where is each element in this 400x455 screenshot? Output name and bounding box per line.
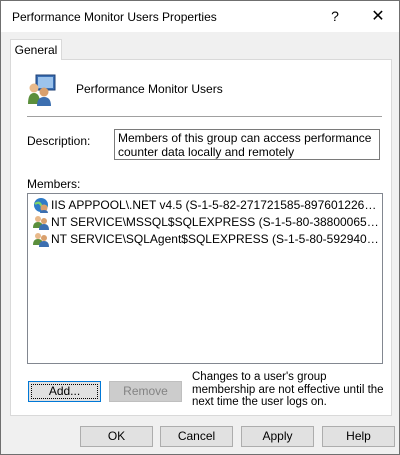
description-label: Description:: [27, 134, 91, 148]
tab-general[interactable]: General: [10, 39, 62, 60]
list-item[interactable]: NT SERVICE\MSSQL$SQLEXPRESS (S-1-5-80-38…: [31, 213, 379, 231]
member-name: NT SERVICE\MSSQL$SQLEXPRESS (S-1-5-80-38…: [51, 215, 379, 229]
list-item[interactable]: IIS APPPOOL\.NET v4.5 (S-1-5-82-27172158…: [31, 196, 379, 214]
title-bar: Performance Monitor Users Properties ? ✕: [1, 1, 399, 32]
member-name: NT SERVICE\SQLAgent$SQLEXPRESS (S-1-5-80…: [51, 232, 379, 246]
list-item[interactable]: NT SERVICE\SQLAgent$SQLEXPRESS (S-1-5-80…: [31, 230, 379, 248]
ok-button[interactable]: OK: [80, 426, 153, 447]
members-label: Members:: [27, 177, 81, 191]
close-icon[interactable]: ✕: [357, 1, 399, 32]
separator: [27, 116, 382, 117]
help-icon[interactable]: ?: [315, 1, 355, 32]
membership-note: Changes to a user's group membership are…: [192, 371, 384, 408]
window-title: Performance Monitor Users Properties: [12, 10, 217, 24]
help-button[interactable]: Help: [322, 426, 395, 447]
users-icon: [33, 233, 49, 247]
apply-button[interactable]: Apply: [241, 426, 314, 447]
cancel-button[interactable]: Cancel: [160, 426, 233, 447]
focus-rectangle: [31, 384, 98, 399]
members-list[interactable]: IIS APPPOOL\.NET v4.5 (S-1-5-82-27172158…: [27, 193, 383, 364]
group-name: Performance Monitor Users: [76, 82, 223, 96]
properties-dialog: Performance Monitor Users Properties ? ✕…: [0, 0, 400, 455]
remove-member-button[interactable]: Remove: [109, 381, 182, 402]
description-field[interactable]: Members of this group can access perform…: [114, 129, 380, 160]
add-member-button[interactable]: Add...: [28, 381, 101, 402]
member-name: IIS APPPOOL\.NET v4.5 (S-1-5-82-27172158…: [51, 198, 379, 212]
group-icon: [28, 74, 56, 106]
service-account-icon: [34, 198, 48, 213]
users-icon: [33, 216, 49, 230]
general-tab-panel: Performance Monitor Users Description: M…: [10, 59, 392, 416]
